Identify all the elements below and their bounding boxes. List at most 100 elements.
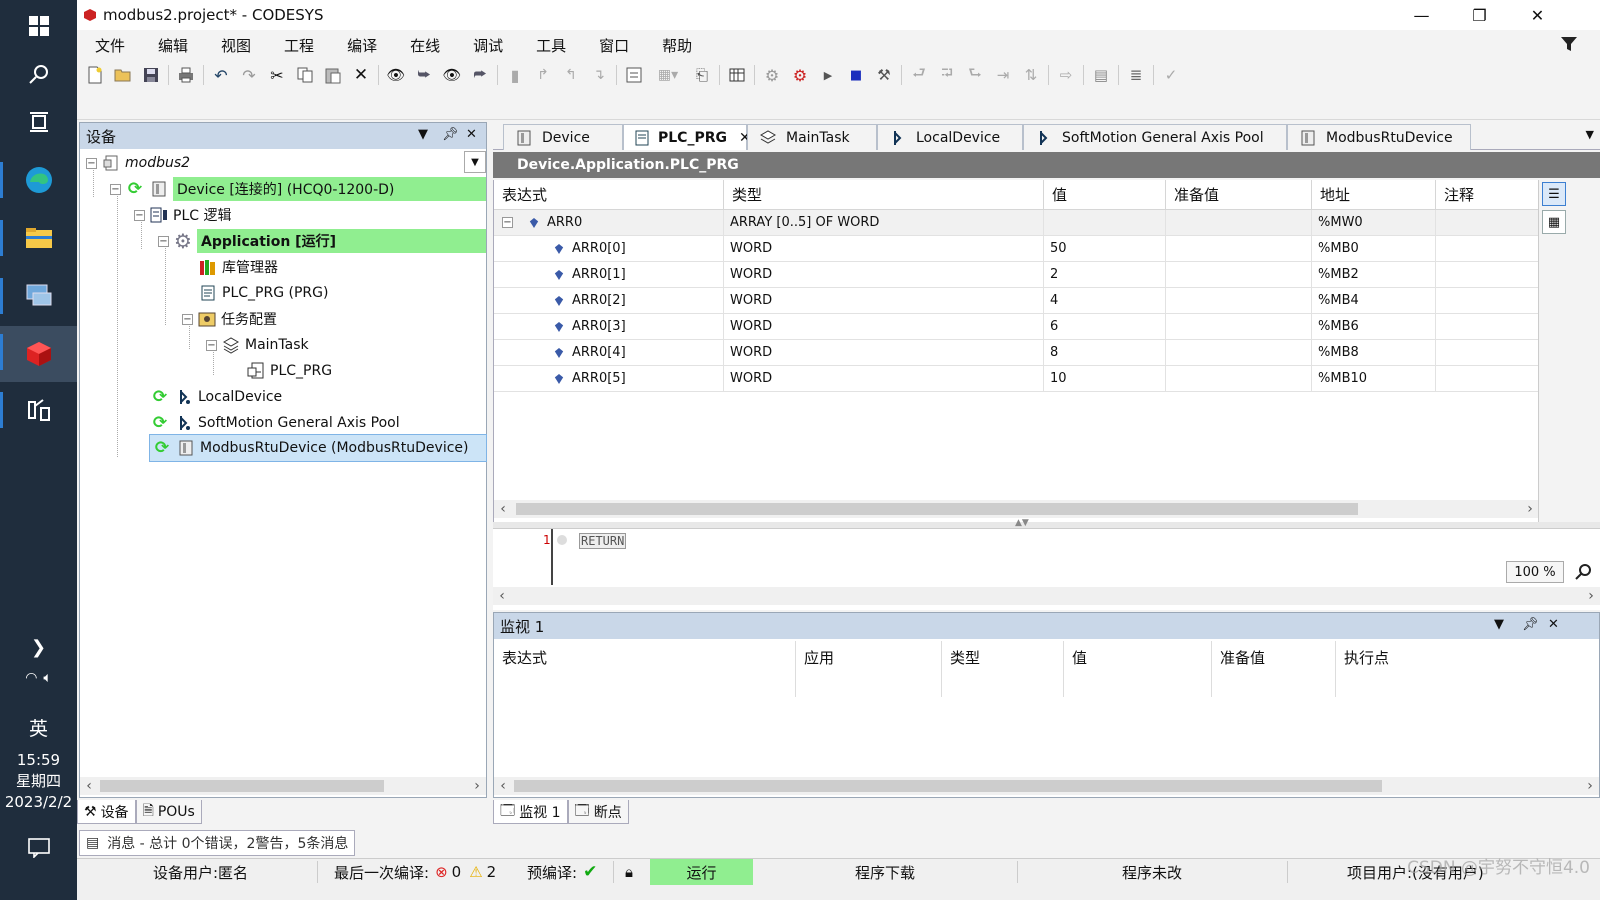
menu-project[interactable]: 工程 [266,35,329,56]
scroll-thumb[interactable] [514,780,1382,792]
watch-hscrollbar[interactable]: ‹ › [494,777,1599,795]
tree-node-task-config[interactable]: − 任务配置 [182,307,277,331]
collapse-toggle-icon[interactable]: − [502,217,513,228]
task-view-button[interactable] [0,96,77,148]
tree-node-localdevice[interactable]: ⟳ LocalDevice [150,385,282,409]
copy-button[interactable] [291,62,319,88]
menu-online[interactable]: 在线 [392,35,455,56]
table-hscrollbar[interactable]: ‹ › [494,500,1539,518]
tab-list-dropdown-icon[interactable]: ▼ [1586,128,1594,141]
tab-devices[interactable]: ⚒ 设备 [77,800,136,824]
tray-network-volume[interactable]: ◠ 🔈︎ [0,660,77,696]
collapse-toggle-icon[interactable]: − [158,235,169,247]
scroll-thumb[interactable] [516,503,1358,515]
print-button[interactable] [172,62,200,88]
logout-button[interactable]: ⚙ [786,62,814,88]
close-window-button[interactable]: ✕ [1509,0,1566,30]
search-button[interactable] [0,48,77,100]
tab-modbusrtudevice[interactable]: ModbusRtuDevice [1287,124,1471,150]
cell-prepared-value[interactable] [1166,262,1312,288]
remote-desktop-button[interactable] [0,270,77,322]
panel-dropdown-icon[interactable]: ▼ [1494,617,1504,632]
delete-button[interactable]: ✕ [347,62,375,88]
find-button[interactable]: 👁︎ [382,62,410,88]
scroll-left-icon[interactable]: ‹ [494,778,512,794]
clock-weekday[interactable]: 星期四 [0,771,77,792]
cell-prepared-value[interactable] [1166,236,1312,262]
restore-button[interactable]: ❐ [1451,0,1508,30]
column-header-address[interactable]: 地址 [1312,180,1436,210]
devices-hscrollbar[interactable]: ‹ › [80,777,486,795]
tab-localdevice[interactable]: LocalDevice [877,124,1023,150]
message-view-button[interactable] [620,62,648,88]
collapse-toggle-icon[interactable]: − [206,339,217,351]
panel-close-icon[interactable]: ✕ [1548,617,1559,632]
notification-center-button[interactable] [0,822,77,874]
zoom-selector[interactable]: 100 % [1506,561,1564,583]
cell-prepared-value[interactable] [1166,366,1312,392]
collapse-toggle-icon[interactable]: − [110,183,121,195]
paste-button[interactable] [319,62,347,88]
minimize-button[interactable]: — [1393,0,1450,30]
tree-node-library-manager[interactable]: 库管理器 [198,255,278,279]
collapse-toggle-icon[interactable]: − [182,313,193,325]
tree-node-application[interactable]: − ⚙ Application [运行] [158,229,486,253]
zoom-magnifier-icon[interactable] [1572,561,1596,583]
watch-column-value[interactable]: 值 [1064,641,1212,697]
tree-node-softmotion-pool[interactable]: ⟳ SoftMotion General Axis Pool [150,411,400,435]
replace-button[interactable]: 👁︎ [438,62,466,88]
edge-app-button[interactable] [0,154,77,206]
panel-close-icon[interactable]: ✕ [466,127,477,142]
watch-column-prepared-value[interactable]: 准备值 [1212,641,1336,697]
scroll-thumb[interactable] [100,780,384,792]
scroll-left-icon[interactable]: ‹ [493,588,511,604]
tab-maintask[interactable]: MainTask [747,124,877,150]
scroll-right-icon[interactable]: › [1582,588,1600,604]
lock-icon[interactable]: 🔒︎ [625,859,633,885]
find-next-button[interactable]: ⮩ [410,62,438,88]
collapse-toggle-icon[interactable]: − [134,209,145,221]
menu-debug[interactable]: 调试 [455,35,518,56]
menu-tools[interactable]: 工具 [518,35,581,56]
scroll-right-icon[interactable]: › [1581,778,1599,794]
set-next-statement-button[interactable]: ⇅ [1017,62,1045,88]
panel-pin-icon[interactable]: 📌︎ [442,127,459,142]
tree-node-device[interactable]: − ⟳ Device [连接的] (HCQ0-1200-D) [110,177,486,201]
ime-indicator[interactable]: 英 [0,714,77,741]
tab-watch-1[interactable]: 🗔︎ 监视 1 [493,800,568,824]
login-button[interactable]: ⚙ [758,62,786,88]
cell-prepared-value[interactable] [1166,210,1312,236]
splitter-arrows-icon[interactable]: ▲▼ [1015,518,1029,528]
column-header-value[interactable]: 值 [1044,180,1166,210]
build-dropdown-button[interactable]: ▦▾ [648,62,688,88]
bookmark-toggle-button[interactable]: ▮ [501,62,529,88]
cell-prepared-value[interactable] [1166,288,1312,314]
tree-node-project[interactable]: − modbus2 [86,151,190,175]
scroll-left-icon[interactable]: ‹ [80,778,98,794]
code-editor[interactable]: 1 RETURN 100 % ‹ › [493,528,1600,610]
column-header-type[interactable]: 类型 [724,180,1044,210]
menu-file[interactable]: 文件 [77,35,140,56]
tab-breakpoints[interactable]: 🗔︎ 断点 [567,800,629,824]
tree-node-program-call[interactable]: PLC_PRG [246,359,332,383]
cell-prepared-value[interactable] [1166,314,1312,340]
menu-view[interactable]: 视图 [203,35,266,56]
breakpoint-marker-icon[interactable] [557,535,567,545]
save-button[interactable] [137,62,165,88]
new-file-button[interactable] [81,62,109,88]
device-scan-button[interactable] [723,62,751,88]
cell-prepared-value[interactable] [1166,340,1312,366]
step-into-button[interactable]: ⮒ [933,62,961,88]
find-in-project-button[interactable]: ⮫ [466,62,494,88]
unforce-button[interactable]: ✓ [1157,62,1185,88]
scroll-right-icon[interactable]: › [1521,501,1539,517]
tab-plc-prg[interactable]: PLC_PRG ✕ [623,124,751,150]
watch-column-expression[interactable]: 表达式 [494,641,796,697]
bookmark-next-button[interactable]: ↱ [529,62,557,88]
panel-pin-icon[interactable]: 📌︎ [1522,617,1539,632]
column-header-expression[interactable]: 表达式 [494,180,724,210]
clock-date[interactable]: 2023/2/2 [0,792,77,813]
code-line[interactable]: RETURN [579,533,627,549]
force-values-button[interactable]: ≣ [1122,62,1150,88]
tree-node-maintask[interactable]: − MainTask [206,333,309,357]
